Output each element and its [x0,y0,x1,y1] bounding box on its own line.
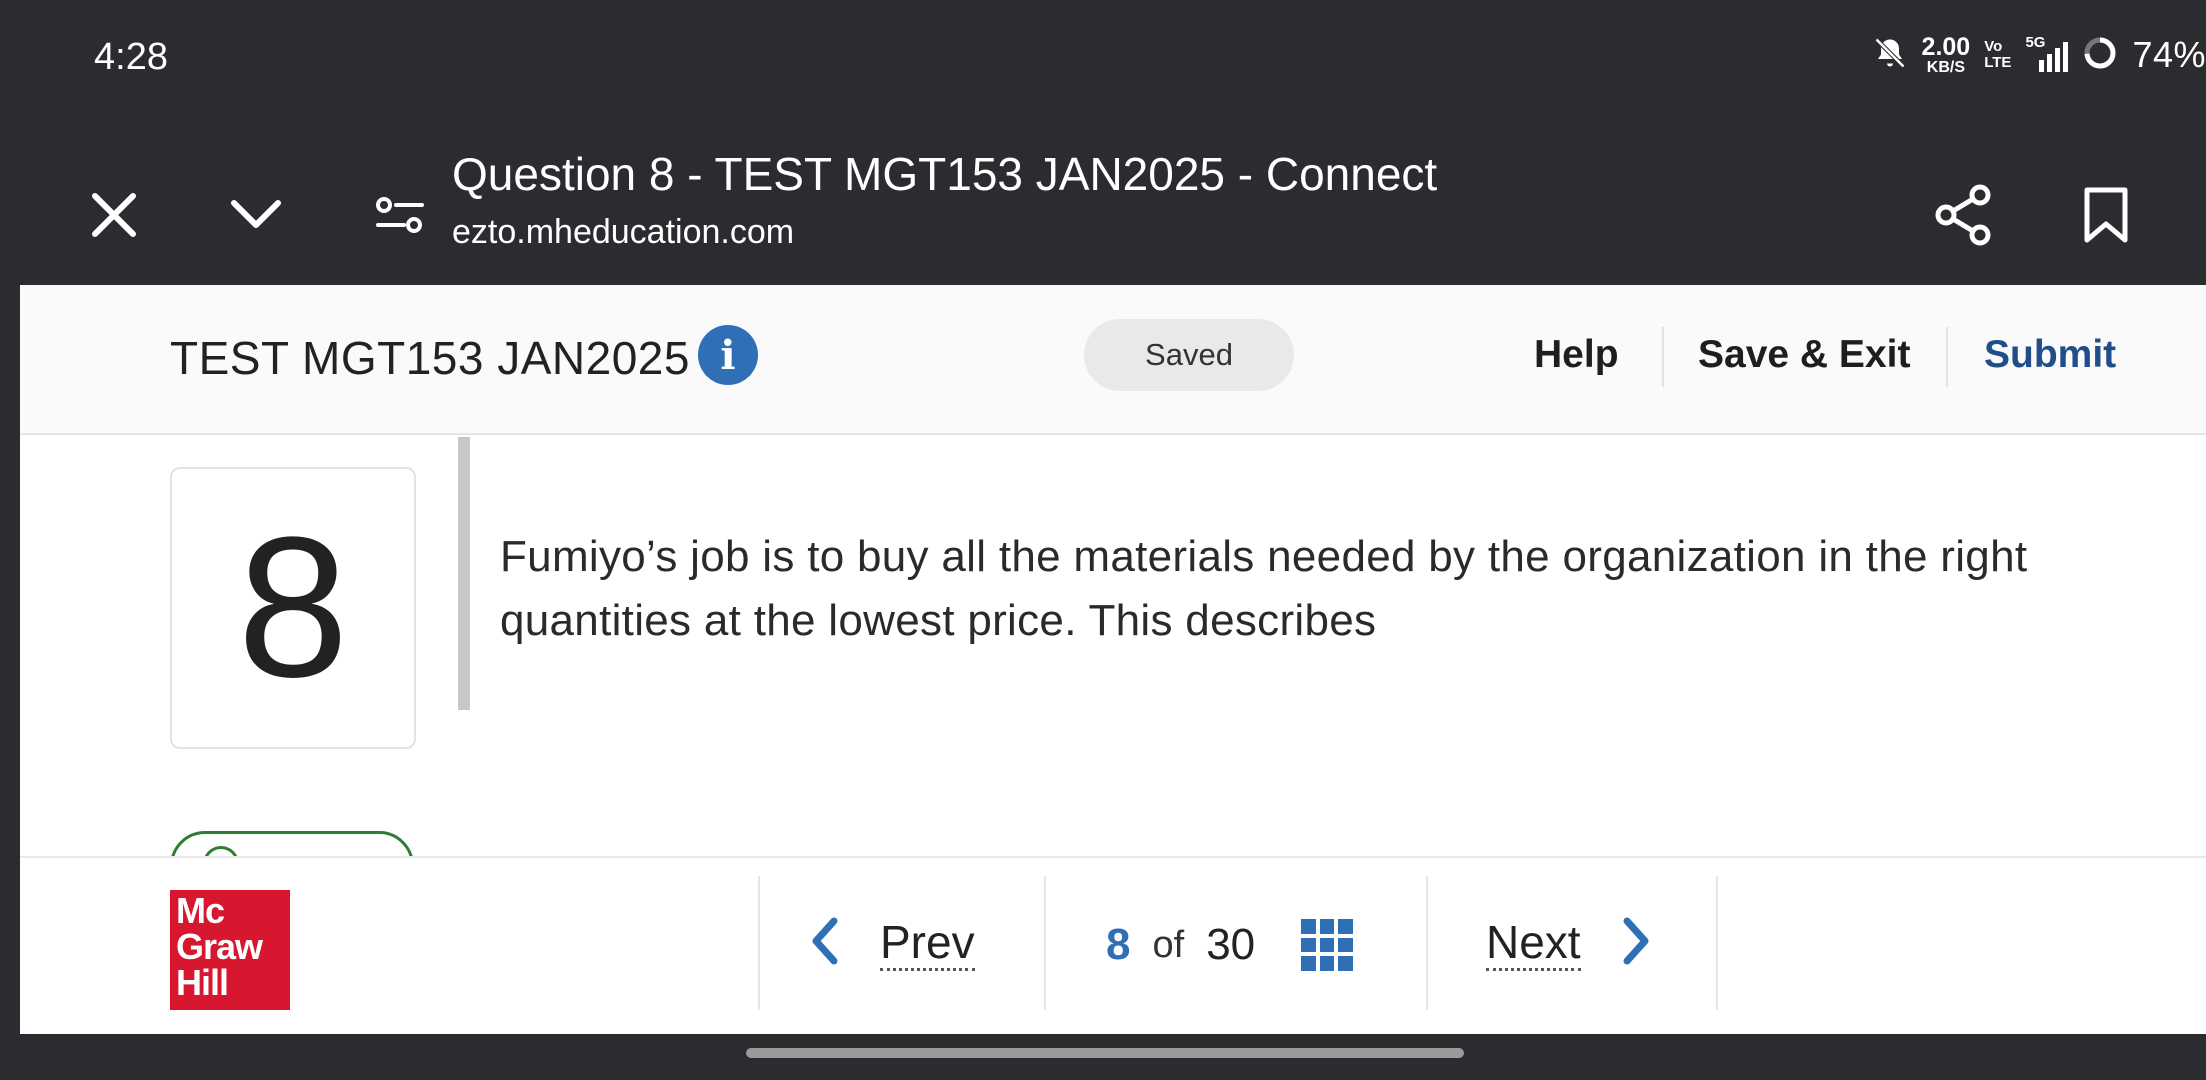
logo-line: Graw [176,926,263,967]
volte-indicator: Vo LTE [1984,39,2011,71]
battery-percent: 74% [2132,34,2206,75]
prev-button[interactable]: Prev [810,908,975,978]
bell-muted-icon [1872,35,1908,76]
network-type: 5G [2025,34,2046,51]
of-label: of [1152,923,1185,966]
browser-page-title[interactable]: Question 8 - TEST MGT153 JAN2025 - Conne… [452,147,1437,201]
question-grid-icon[interactable] [1301,919,1354,971]
chevron-right-icon [1621,917,1651,970]
chevron-down-icon[interactable] [206,165,306,265]
test-header: TEST MGT153 JAN2025 i Saved Help Save & … [20,285,2206,435]
logo-line: Hill [176,962,229,1003]
footer-divider [1716,876,1718,1010]
prev-label: Prev [880,916,975,971]
info-icon[interactable]: i [698,325,758,385]
status-time: 4:28 [94,36,168,78]
browser-toolbar: Question 8 - TEST MGT153 JAN2025 - Conne… [20,115,2206,285]
footer-divider [1426,876,1428,1010]
question-text: Fumiyo’s job is to buy all the materials… [500,532,2028,645]
header-divider [1662,327,1664,387]
system-status-bar: 4:28 2.00 KB/S Vo LTE 5G 74% [0,0,2206,115]
mcgraw-hill-logo: Mc Graw Hill [170,890,290,1010]
save-exit-button[interactable]: Save & Exit [1698,333,1910,377]
question-page-counter[interactable]: 8 of 30 [1106,910,1354,980]
total-questions: 30 [1206,920,1256,969]
system-navigation-bar [0,1034,2206,1080]
network-speed-value: 2.00 [1921,32,1971,61]
logo-line: Mc [176,890,225,931]
battery-ring-icon [2082,35,2118,76]
bookmark-icon[interactable] [2056,165,2156,265]
next-label: Next [1486,916,1581,971]
browser-url[interactable]: ezto.mheducation.com [452,213,794,252]
question-accent-bar [458,437,470,710]
chevron-left-icon [810,917,840,970]
gesture-handle[interactable] [746,1048,1464,1058]
question-number: 8 [170,467,416,749]
site-settings-icon[interactable] [350,165,450,265]
submit-button[interactable]: Submit [1984,333,2116,377]
footer-divider [758,876,760,1010]
close-icon[interactable] [64,165,164,265]
share-icon[interactable] [1914,165,2014,265]
test-title: TEST MGT153 JAN2025 [170,332,690,384]
next-button[interactable]: Next [1486,908,1651,978]
footer-divider [1044,876,1046,1010]
help-button[interactable]: Help [1534,333,1619,377]
current-question-number: 8 [1106,920,1131,969]
saved-status-badge: Saved [1084,319,1294,391]
volte-top: Vo [1984,38,2003,56]
volte-bottom: LTE [1984,54,2012,71]
signal-icon: 5G [2025,34,2069,72]
network-speed-unit: KB/S [1926,58,1965,76]
status-indicators: 2.00 KB/S Vo LTE 5G 74% [1872,30,2206,80]
question-navigation-footer: Mc Graw Hill Prev 8 of 30 Next [20,856,2206,1034]
header-divider [1946,327,1948,387]
network-speed: 2.00 KB/S [1921,32,1971,76]
